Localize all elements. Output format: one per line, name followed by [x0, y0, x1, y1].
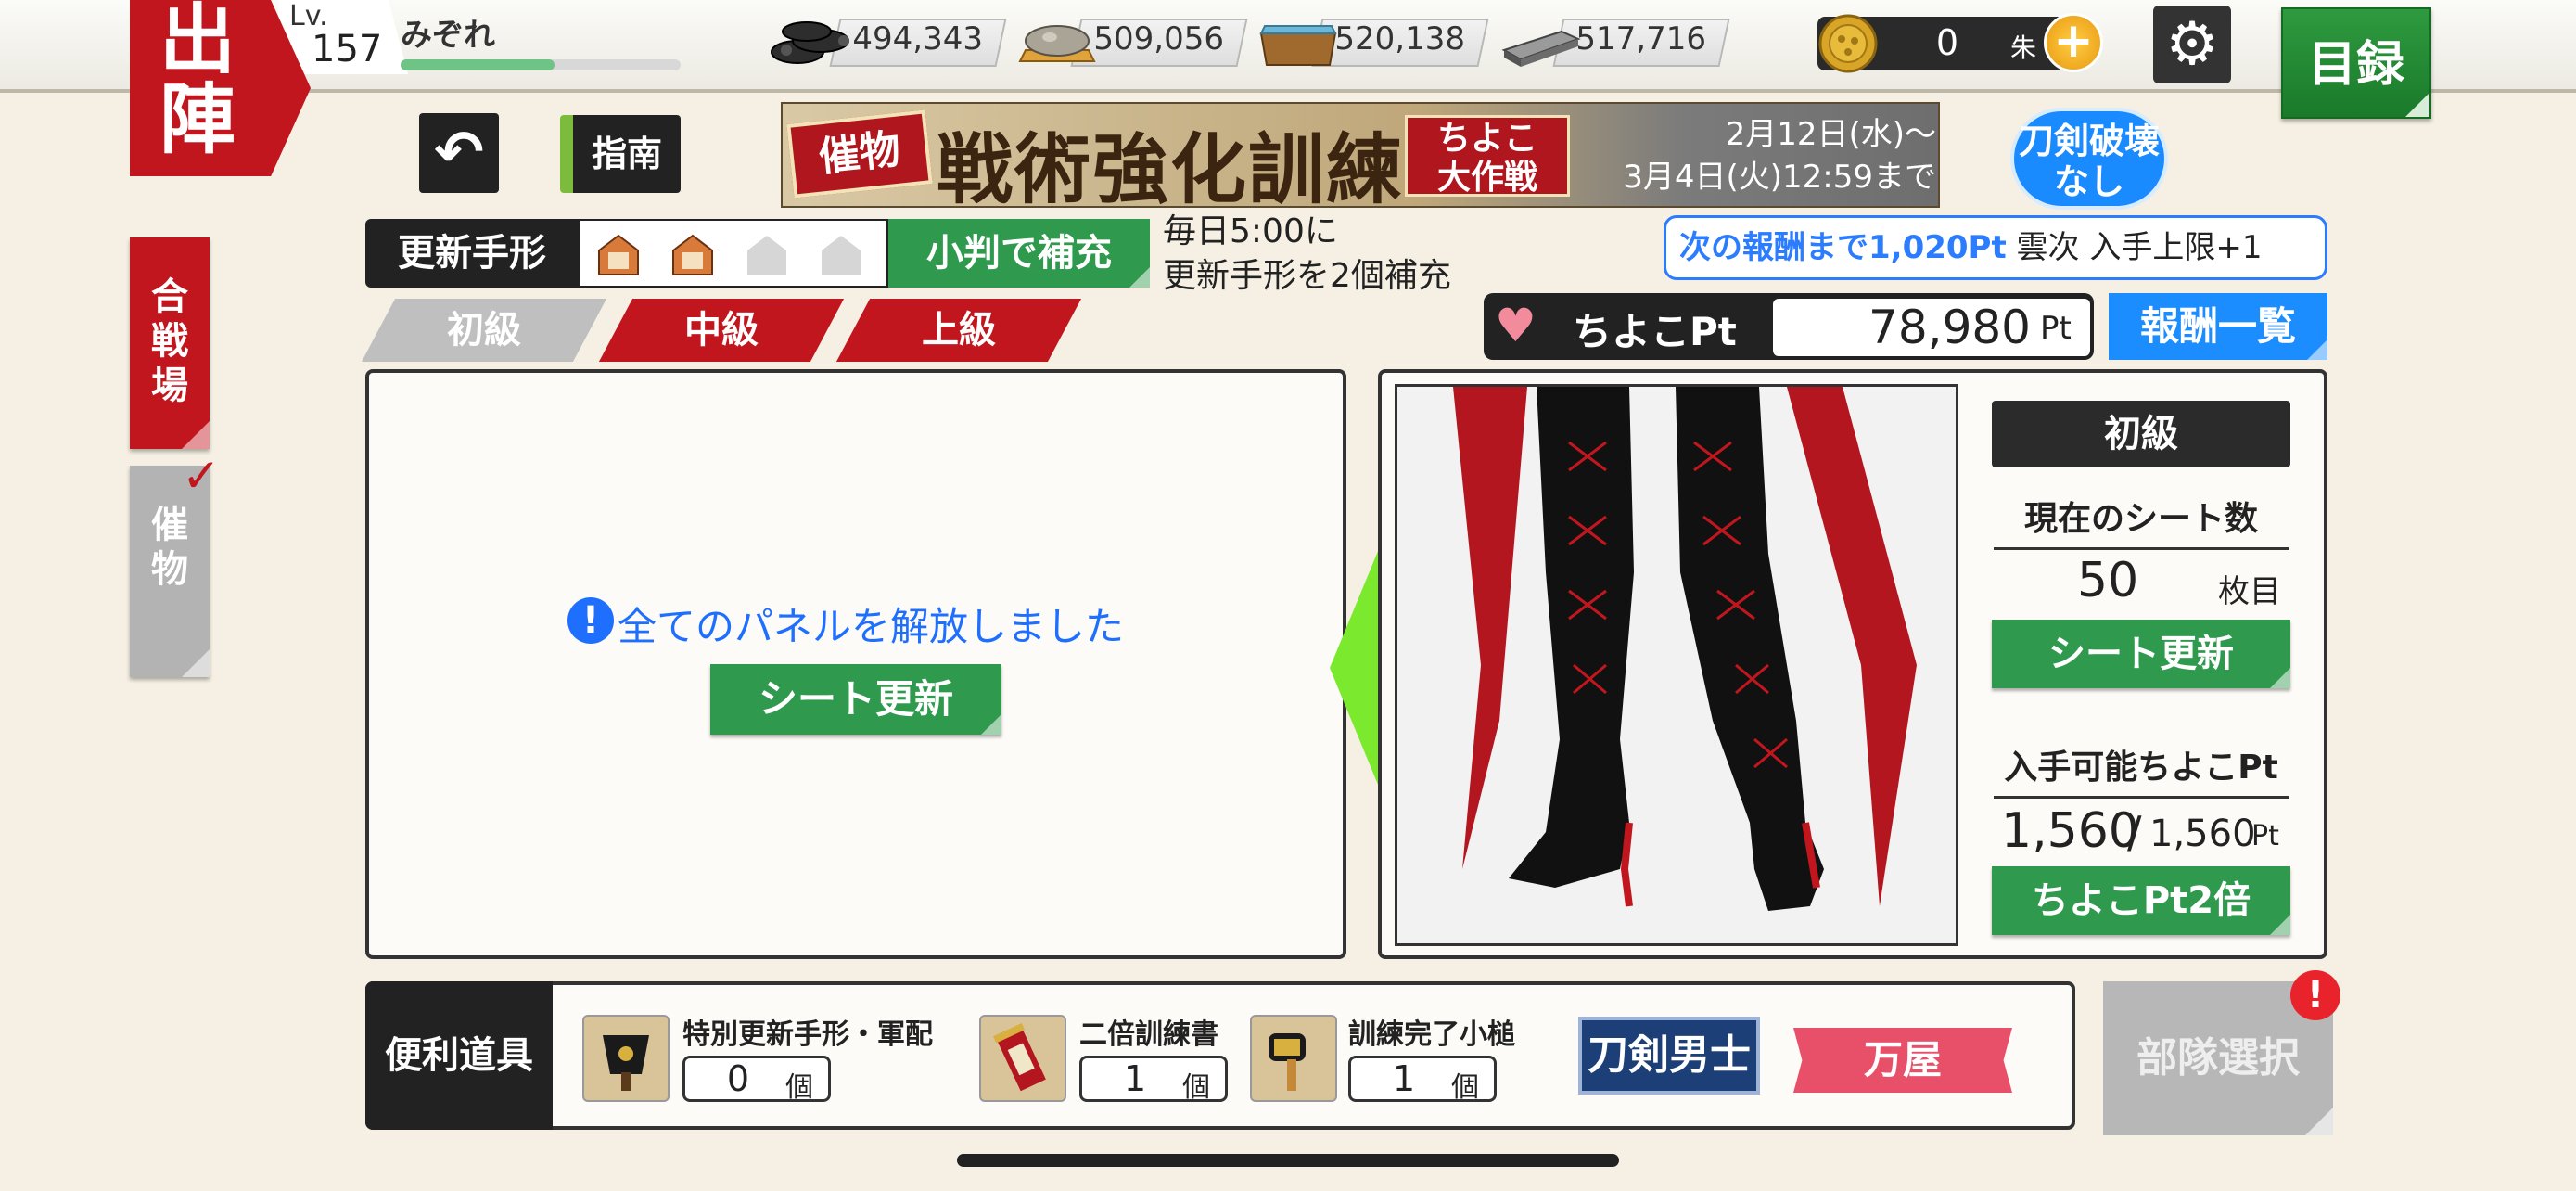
renewal-pass-filled-icon: [664, 232, 721, 278]
sheet-refresh-button[interactable]: シート更新: [1992, 620, 2290, 688]
double-points-button[interactable]: ちよこPt2倍: [1992, 866, 2290, 935]
alert-badge: !: [2290, 970, 2340, 1020]
next-reward-points: 次の報酬まで1,020Pt: [1679, 229, 2007, 266]
catalog-button[interactable]: 目録: [2281, 7, 2431, 119]
current-level-badge: 初級: [1992, 401, 2290, 467]
info-icon: !: [567, 597, 614, 644]
reward-image: [1395, 384, 1958, 946]
sheet-count-title: 現在のシート数: [1994, 492, 2289, 550]
side-tab-battlefield-label: 合戦場: [151, 275, 188, 407]
tools-label: 便利道具: [365, 981, 553, 1130]
side-tab-battlefield[interactable]: 合戦場: [130, 237, 210, 449]
chiyoko-points-label: ちよこPt: [1573, 309, 1737, 354]
sheet-count-value: 50: [2077, 553, 2139, 608]
resource-coolant-value: 520,138: [1334, 20, 1465, 58]
mallet-icon[interactable]: [1250, 1015, 1337, 1102]
heart-icon: ♥: [1495, 299, 1537, 352]
chiyoko-points-value: 78,980: [1868, 301, 2031, 354]
renewal-pass-note: 毎日5:00に 更新手形を2個補充: [1163, 210, 1451, 299]
banner-date-start: 2月12日(水)～: [1725, 116, 1936, 153]
koban-value: 0: [1935, 22, 1959, 63]
settings-gear-icon[interactable]: ⚙: [2153, 6, 2231, 83]
undo-arrow-icon: ↶: [434, 119, 484, 187]
renewal-pass-label: 更新手形: [365, 219, 579, 288]
available-points-title: 入手可能ちよこPt: [1994, 740, 2289, 799]
item-count-scroll: 1 個: [1079, 1056, 1228, 1104]
chiyoko-points-unit: Pt: [2040, 310, 2072, 347]
item-count-unit: 個: [1451, 1071, 1479, 1104]
tab-intermediate-label: 中級: [684, 309, 759, 352]
banner-subtitle: ちよこ 大作戦: [1405, 115, 1570, 197]
no-break-line1: 刀剣破壊: [2018, 121, 2160, 161]
level-value: 157: [312, 28, 383, 70]
banner-dates: 2月12日(水)～ 3月4日(火)12:59まで: [1576, 113, 1936, 198]
renewal-note-line1: 毎日5:00に: [1163, 212, 1338, 250]
renewal-pass-filled-icon: [590, 232, 647, 278]
item-count-value: 1: [1392, 1058, 1416, 1099]
banner-subtitle-line2: 大作戦: [1436, 159, 1537, 197]
available-points-current: 1,560: [2001, 803, 2139, 859]
sheet-refresh-button-main[interactable]: シート更新: [710, 664, 1001, 735]
sheet-count-unit: 枚目: [2218, 573, 2281, 610]
available-points-unit: Pt: [2251, 820, 2279, 852]
no-break-line2: なし: [2053, 161, 2124, 202]
guide-button[interactable]: 指南: [560, 115, 681, 193]
war-fan-icon[interactable]: [582, 1015, 670, 1102]
exp-bar-fill: [401, 59, 555, 70]
item-name-war-fan: 特別更新手形・軍配: [682, 1018, 933, 1051]
renewal-note-line2: 更新手形を2個補充: [1163, 257, 1451, 295]
back-button[interactable]: ↶: [419, 113, 499, 193]
touken-danshi-button[interactable]: 刀剣男士: [1578, 1017, 1760, 1095]
renewal-pass-empty-icon: [738, 232, 796, 278]
koban-unit: 朱: [2010, 32, 2037, 63]
item-count-value: 1: [1123, 1058, 1147, 1099]
tab-beginner[interactable]: 初級: [361, 299, 607, 362]
banner-subtitle-line1: ちよこ: [1436, 120, 1537, 158]
sortie-label: 出陣: [159, 0, 236, 164]
boots-illustration: [1397, 387, 1956, 943]
add-koban-button[interactable]: +: [2044, 13, 2103, 72]
home-indicator[interactable]: [957, 1154, 1619, 1167]
reward-list-button[interactable]: 報酬一覧: [2109, 293, 2327, 360]
side-tab-event-label: 催物: [151, 503, 188, 591]
renewal-pass-empty-icon: [812, 232, 870, 278]
item-count-mallet: 1 個: [1348, 1056, 1497, 1104]
item-count-value: 0: [726, 1058, 750, 1099]
koban-coin-icon: [1817, 13, 1879, 74]
scroll-icon[interactable]: [979, 1015, 1066, 1102]
available-points-max: 1,560: [2149, 813, 2256, 855]
refill-with-koban-button[interactable]: 小判で補充: [888, 219, 1150, 288]
item-count-unit: 個: [785, 1071, 813, 1104]
banner-event-tag: 催物: [786, 109, 933, 198]
no-break-badge: 刀剣破壊 なし: [2010, 108, 2168, 210]
tab-intermediate[interactable]: 中級: [598, 299, 845, 362]
item-count-unit: 個: [1182, 1071, 1210, 1104]
tab-beginner-label: 初級: [447, 309, 521, 352]
next-reward-item: 雲次 入手上限+1: [2016, 229, 2263, 266]
resource-whetstone-value: 517,716: [1575, 20, 1706, 58]
item-name-scroll: 二倍訓練書: [1079, 1018, 1218, 1051]
item-count-war-fan: 0 個: [682, 1056, 831, 1104]
item-name-mallet: 訓練完了小槌: [1348, 1018, 1515, 1051]
renewal-pass-slots: [579, 219, 888, 288]
all-panels-unlocked-message: 全てのパネルを解放しました: [618, 604, 1125, 649]
banner-date-end: 3月4日(火)12:59まで: [1623, 159, 1936, 196]
next-reward-info: 次の報酬まで1,020Pt 雲次 入手上限+1: [1664, 215, 2327, 280]
banner-title: 戦術強化訓練: [937, 125, 1405, 214]
resource-charcoal-value: 494,343: [852, 20, 983, 58]
player-name: みぞれ: [401, 17, 495, 54]
tab-advanced-label: 上級: [922, 309, 996, 352]
tab-advanced[interactable]: 上級: [835, 299, 1082, 362]
resource-steel-value: 509,056: [1093, 20, 1224, 58]
checkmark-icon: ✓: [182, 449, 221, 503]
shop-button[interactable]: 万屋: [1793, 1028, 2012, 1093]
available-points-separator: /: [2127, 807, 2142, 857]
